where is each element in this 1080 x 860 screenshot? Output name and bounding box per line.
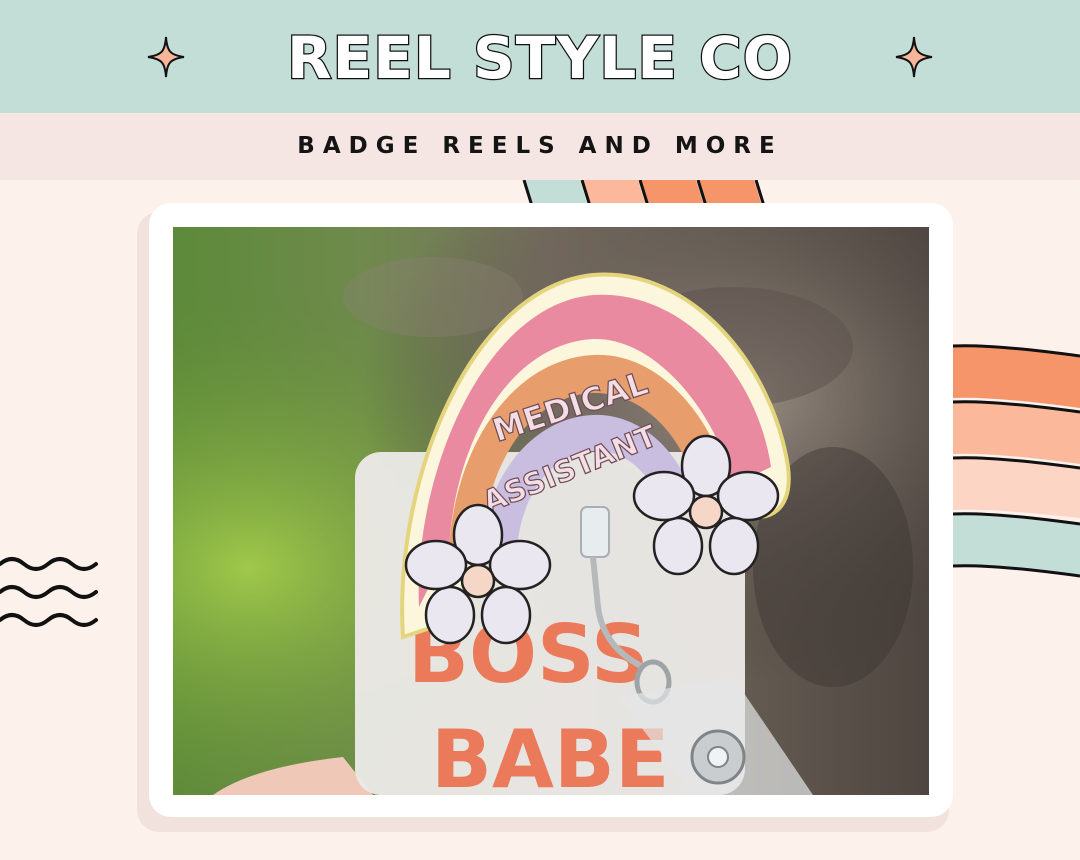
tagline: BADGE REELS AND MORE: [297, 133, 783, 159]
rainbow-stripes-decoration: [952, 344, 1080, 578]
card-text-line2: BABE: [431, 713, 670, 795]
product-photo: BOSS BABE MEDICAL ASSISTANT: [173, 227, 929, 795]
wave-lines-icon: [0, 557, 98, 627]
brand-title: REEL STYLE CO: [286, 23, 794, 94]
